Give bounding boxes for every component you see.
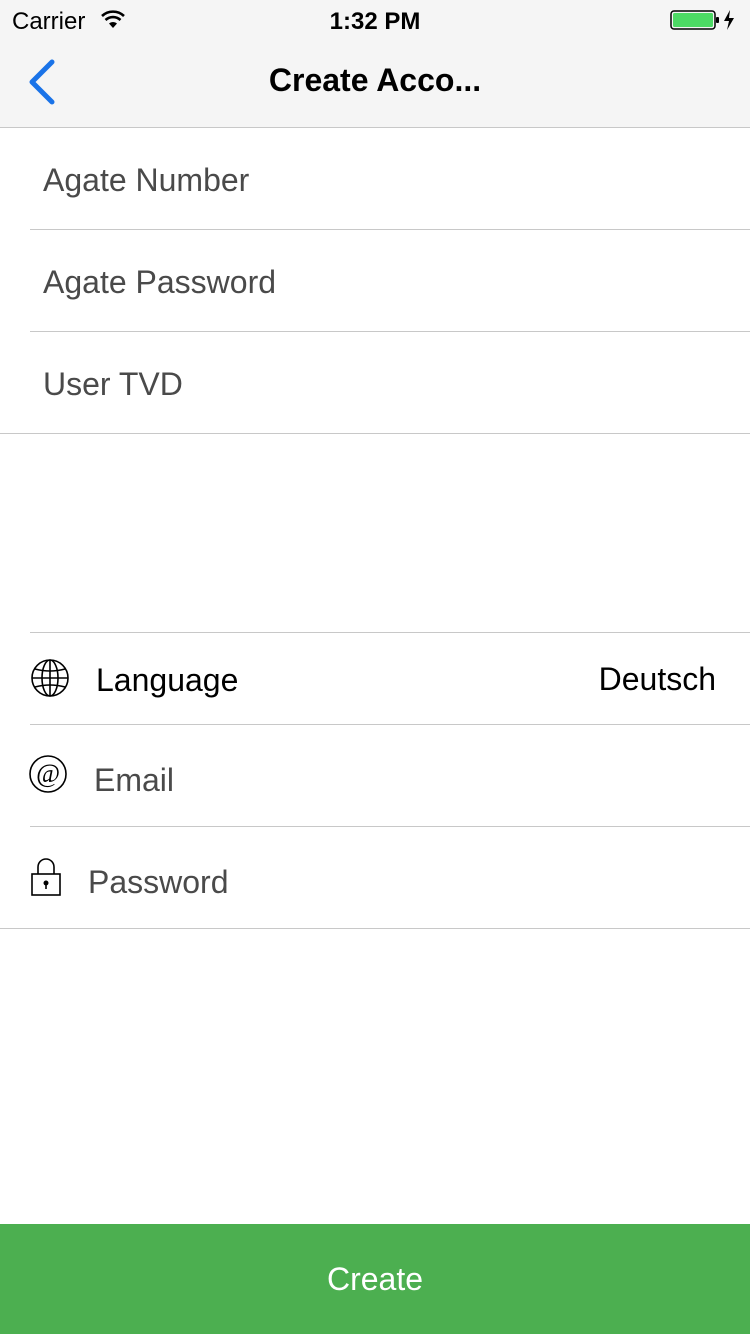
password-input[interactable]	[86, 860, 710, 904]
user-tvd-row	[0, 332, 750, 434]
battery-icon	[670, 9, 740, 36]
separator	[0, 928, 750, 929]
agate-password-input[interactable]	[41, 260, 725, 304]
agate-number-row	[0, 128, 750, 230]
agate-number-input[interactable]	[41, 158, 725, 202]
email-row: @	[0, 725, 750, 827]
status-bar: Carrier 1:32 PM	[0, 0, 750, 40]
separator	[0, 433, 750, 434]
language-value: Deutsch	[598, 661, 716, 697]
email-input[interactable]	[92, 758, 716, 802]
agate-password-row	[0, 230, 750, 332]
language-row[interactable]: Language Deutsch	[0, 633, 750, 725]
user-tvd-input[interactable]	[41, 362, 725, 406]
status-time: 1:32 PM	[329, 8, 421, 35]
page-title: Create Acco...	[268, 62, 482, 98]
navigation-bar: Create Acco...	[0, 40, 750, 128]
create-button[interactable]: Create	[0, 1224, 750, 1334]
svg-text:@: @	[36, 759, 60, 788]
at-icon: @	[28, 754, 68, 799]
language-label: Language	[96, 662, 239, 698]
password-row	[0, 827, 750, 929]
globe-icon	[30, 658, 70, 703]
lock-icon	[30, 857, 62, 902]
